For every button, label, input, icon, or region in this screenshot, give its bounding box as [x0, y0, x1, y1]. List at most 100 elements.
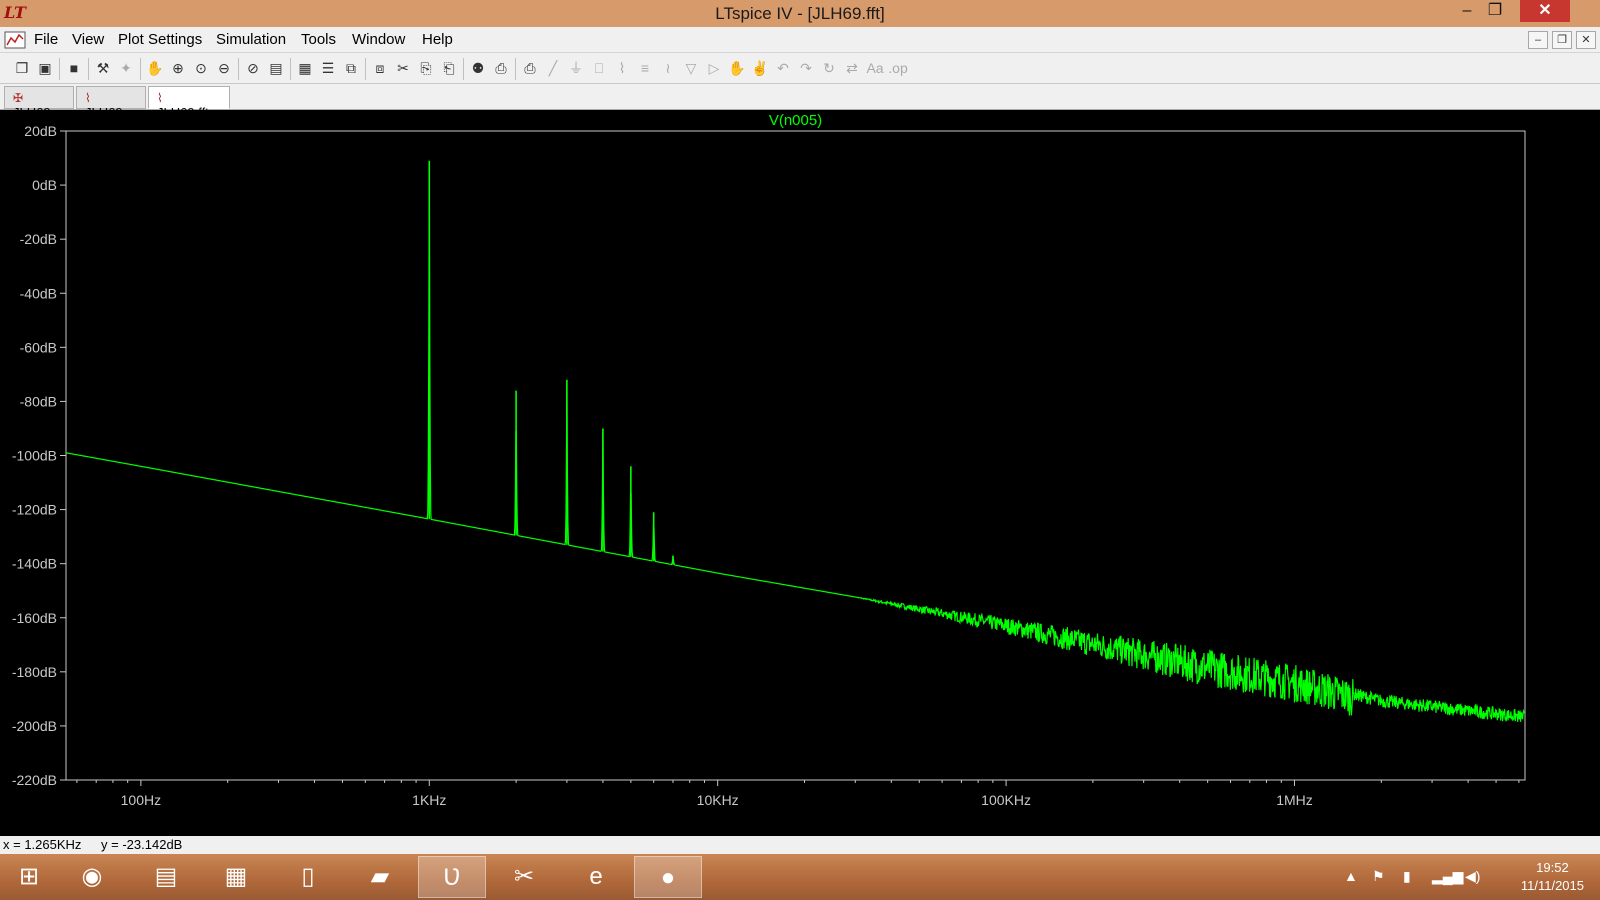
- y-tick-label: -200dB: [12, 718, 57, 734]
- rotate-icon[interactable]: ↻: [819, 58, 839, 78]
- zoom-out-icon[interactable]: ⊖: [214, 58, 234, 78]
- taskbar-clock[interactable]: 19:52 11/11/2015: [1521, 859, 1584, 895]
- menu-help[interactable]: Help: [422, 31, 453, 48]
- taskbar: ▲ ⚑ ▮ ▂▄▆ ◀) 19:52 11/11/2015 ⊞ ◉ ▤ ▦ ▯ ▰ Ʋ ✂ e ●: [0, 854, 1600, 900]
- snipping-tool-icon[interactable]: ✂: [490, 856, 558, 898]
- toolbar-separator: [238, 58, 239, 80]
- schematic-icon: ✠: [13, 91, 24, 105]
- cut-icon[interactable]: ✂: [393, 58, 413, 78]
- y-tick-label: -180dB: [12, 664, 57, 680]
- y-tick-label: -100dB: [12, 448, 57, 464]
- x-tick-label: 10KHz: [697, 792, 739, 808]
- y-tick-label: -220dB: [12, 772, 57, 788]
- volume-icon[interactable]: ◀): [1465, 868, 1480, 885]
- waveform-icon: ⌇: [157, 91, 163, 105]
- tab-jlh69[interactable]: ✠JLH69: [4, 86, 74, 120]
- pan-icon[interactable]: ✋: [145, 58, 165, 78]
- internet-explorer-icon[interactable]: e: [562, 856, 630, 898]
- mdi-restore-button[interactable]: ❐: [1552, 31, 1572, 49]
- menu-file[interactable]: File: [34, 31, 58, 48]
- diode-icon[interactable]: ▽: [681, 58, 701, 78]
- x-tick-label: 100Hz: [121, 792, 161, 808]
- drag-icon[interactable]: ✌: [750, 58, 770, 78]
- menu-bar: File View Plot Settings Simulation Tools…: [0, 27, 1600, 53]
- document-icon[interactable]: ▯: [274, 856, 342, 898]
- clock-time: 19:52: [1536, 860, 1569, 875]
- y-tick-label: -120dB: [12, 502, 57, 518]
- toolbar: ❐ ▣ ■ ⚒ ✦ ✋ ⊕ ⊙ ⊖ ⊘ ▤ ▦ ☰ ⧉ ⧈ ✂ ⎘ ⎗ ⚉ ⎙ ⎙ ╱ ⏚ ⎕ ⌇ ≡ ≀ ▽ ▷ ✋ ✌ ↶ ↷ ↻ ⇄ Aa .op: [0, 53, 1600, 84]
- zoom-area-icon[interactable]: ⊕: [168, 58, 188, 78]
- power-icon[interactable]: ▮: [1403, 868, 1411, 885]
- menu-view[interactable]: View: [72, 31, 104, 48]
- trace-label: V(n005): [769, 112, 822, 129]
- zoom-in-icon[interactable]: ⊙: [191, 58, 211, 78]
- autorange-icon[interactable]: ▤: [266, 58, 286, 78]
- waveform-plot-pane[interactable]: V(n005) 20dB 0dB -20dB -40dB -60dB -80dB -100dB…: [0, 110, 1600, 836]
- component-icon[interactable]: ▷: [704, 58, 724, 78]
- ltspice-icon[interactable]: Ʋ: [418, 856, 486, 898]
- y-tick-label: 0dB: [32, 177, 57, 193]
- window-title: LTspice IV - [JLH69.fft]: [715, 4, 885, 23]
- menu-simulation[interactable]: Simulation: [216, 31, 286, 48]
- x-tick-label: 1MHz: [1276, 792, 1313, 808]
- find-icon[interactable]: ⚉: [468, 58, 488, 78]
- spice-directive-icon[interactable]: .op: [888, 58, 908, 78]
- zoom-fit-icon[interactable]: ⊘: [243, 58, 263, 78]
- tab-jlh69-fft[interactable]: ⌇JLH69.fft: [148, 86, 230, 120]
- toolbar-separator: [59, 58, 60, 80]
- resistor-icon[interactable]: ⌇: [612, 58, 632, 78]
- close-windows-icon[interactable]: ⧈: [370, 58, 390, 78]
- control-panel-icon[interactable]: ⚒: [93, 58, 113, 78]
- inductor-icon[interactable]: ≀: [658, 58, 678, 78]
- mirror-icon[interactable]: ⇄: [842, 58, 862, 78]
- y-tick-label: -160dB: [12, 610, 57, 626]
- close-button[interactable]: ✕: [1520, 0, 1570, 22]
- ground-icon[interactable]: ⏚: [566, 58, 586, 78]
- action-center-icon[interactable]: ⚑: [1372, 868, 1385, 885]
- network-icon[interactable]: ▂▄▆: [1432, 868, 1463, 885]
- mdi-close-button[interactable]: ✕: [1576, 31, 1596, 49]
- text-icon[interactable]: Aa: [865, 58, 885, 78]
- redo-icon[interactable]: ↷: [796, 58, 816, 78]
- capacitor-icon[interactable]: ≡: [635, 58, 655, 78]
- toolbar-separator: [140, 58, 141, 80]
- file-explorer-icon[interactable]: ▤: [132, 856, 200, 898]
- remote-desktop-icon[interactable]: ◉: [58, 856, 126, 898]
- cascade-icon[interactable]: ⧉: [341, 58, 361, 78]
- cursor-y-readout: y = -23.142dB: [101, 837, 183, 852]
- print-preview-icon[interactable]: ⎙: [491, 58, 511, 78]
- add-trace-icon[interactable]: ▦: [295, 58, 315, 78]
- start-icon[interactable]: ⊞: [0, 856, 58, 898]
- save-icon[interactable]: ■: [64, 58, 84, 78]
- y-tick-label: -140dB: [12, 556, 57, 572]
- notepad-icon[interactable]: ▰: [346, 856, 414, 898]
- mdi-minimize-button[interactable]: –: [1528, 31, 1548, 49]
- menu-window[interactable]: Window: [352, 31, 405, 48]
- run-icon[interactable]: ✦: [116, 58, 136, 78]
- waveform-window-icon[interactable]: [4, 30, 26, 50]
- copy-icon[interactable]: ⎘: [416, 58, 436, 78]
- label-net-icon[interactable]: ⎕: [589, 58, 609, 78]
- undo-icon[interactable]: ↶: [773, 58, 793, 78]
- x-tick-label: 100KHz: [981, 792, 1031, 808]
- new-schematic-icon[interactable]: ❐: [12, 58, 32, 78]
- tab-jlh69[interactable]: ⌇JLH69: [76, 86, 146, 120]
- menu-plot-settings[interactable]: Plot Settings: [118, 31, 202, 48]
- print-icon[interactable]: ⎙: [520, 58, 540, 78]
- title-bar: LT LTspice IV - [JLH69.fft] – ❐ ✕: [0, 0, 1600, 27]
- menu-tools[interactable]: Tools: [301, 31, 336, 48]
- fft-plot[interactable]: V(n005) 20dB 0dB -20dB -40dB -60dB -80dB -100dB…: [0, 110, 1600, 836]
- open-icon[interactable]: ▣: [35, 58, 55, 78]
- paste-icon[interactable]: ⎗: [439, 58, 459, 78]
- y-tick-label: 20dB: [24, 123, 57, 139]
- restore-button[interactable]: ❐: [1478, 0, 1512, 22]
- tile-horizontal-icon[interactable]: ☰: [318, 58, 338, 78]
- move-icon[interactable]: ✋: [727, 58, 747, 78]
- calculator-icon[interactable]: ▦: [202, 856, 270, 898]
- show-hidden-icons-icon[interactable]: ▲: [1344, 868, 1358, 884]
- wire-icon[interactable]: ╱: [543, 58, 563, 78]
- toolbar-separator: [463, 58, 464, 80]
- y-tick-label: -80dB: [20, 393, 57, 409]
- x-tick-label: 1KHz: [412, 792, 446, 808]
- globe-icon[interactable]: ●: [634, 856, 702, 898]
